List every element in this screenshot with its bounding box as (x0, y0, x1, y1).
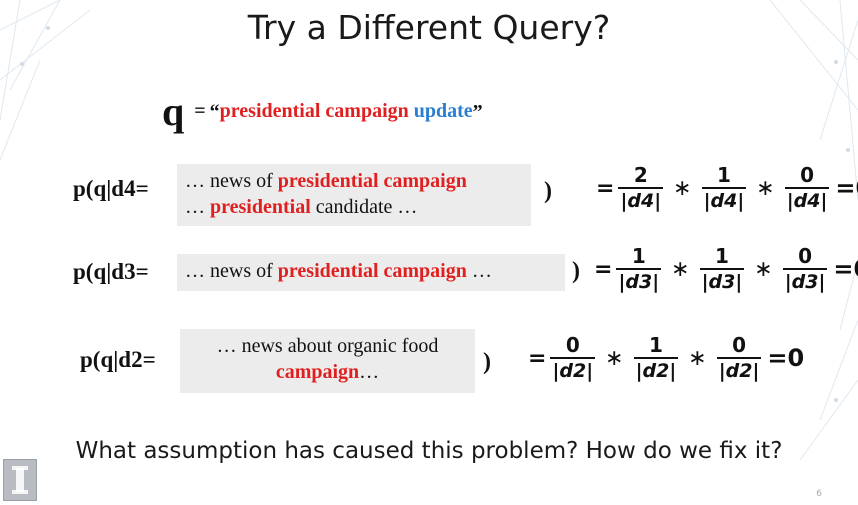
document-d3-box: … news of presidential campaign … (177, 254, 565, 291)
doc-term-highlight: presidential campaign (277, 260, 467, 282)
document-d3-line-1: … news of presidential campaign … (185, 258, 557, 284)
fraction-term-1: 0 |d2| (550, 333, 596, 383)
fraction-term-2: 1 |d3| (699, 244, 745, 294)
doc-text: … (185, 196, 210, 218)
query-close-quote: ” (472, 100, 483, 123)
fraction-denominator: |d2| (550, 357, 596, 383)
row-d3-close-paren: ) (572, 258, 580, 284)
formula-equals: = (528, 345, 547, 371)
multiply-operator: ∗ (688, 345, 707, 371)
formula-equals: = (594, 256, 613, 282)
page-number: 6 (816, 489, 822, 499)
fraction-numerator: 0 (565, 333, 580, 357)
query-term-update: update (413, 99, 473, 122)
fraction-term-2: 1 |d4| (701, 163, 747, 213)
doc-term-highlight: campaign (275, 361, 360, 383)
doc-text: … news of (185, 260, 278, 282)
doc-text: candidate … (310, 196, 418, 218)
formula-d4: = 2|d4| ∗ 1|d4| ∗ 0|d4| =0! (596, 163, 858, 213)
fraction-denominator: |d3| (782, 268, 828, 294)
document-d2-box: … news about organic food campaign… (180, 329, 475, 393)
query-open-quote: “ (209, 100, 220, 123)
multiply-operator: ∗ (754, 256, 773, 282)
fraction-denominator: |d4| (784, 187, 830, 213)
row-label-d4: p(q|d4= (73, 176, 149, 201)
query-term-presidential: presidential (219, 99, 321, 122)
query-string: “presidential campaign update” (209, 99, 483, 123)
document-d4-box: … news of presidential campaign … presid… (177, 164, 531, 226)
fraction-denominator: |d3| (616, 268, 662, 294)
document-d2-line-2: campaign… (188, 359, 467, 385)
formula-d2: = 0 |d2| ∗ 1 |d2| ∗ 0 |d2| =0 (528, 333, 804, 383)
logo-icon (3, 459, 37, 501)
formula-equals: = (596, 175, 615, 201)
doc-term-highlight: presidential campaign (277, 170, 467, 192)
fraction-term-2: 1 |d2| (633, 333, 679, 383)
slide-title: Try a Different Query? (247, 8, 611, 47)
fraction-numerator: 0 (800, 163, 815, 187)
fraction-term-3: 0 |d4| (784, 163, 830, 213)
fraction-denominator: |d2| (716, 357, 762, 383)
fraction-denominator: |d2| (633, 357, 679, 383)
doc-text: … news about organic food (216, 335, 439, 357)
doc-text: … (359, 361, 380, 383)
multiply-operator: ∗ (756, 175, 775, 201)
fraction-numerator: 1 (716, 163, 731, 187)
document-d2-line-1: … news about organic food (188, 333, 467, 359)
formula-d3: = 1|d3| ∗ 1|d3| ∗ 0|d3| =0! (594, 244, 858, 294)
fraction-term-3: 0 |d2| (716, 333, 762, 383)
document-d4-line-2: … presidential candidate … (185, 194, 523, 220)
row-label-d3: p(q|d3= (73, 259, 149, 284)
fraction-numerator: 0 (732, 333, 747, 357)
fraction-numerator: 1 (648, 333, 663, 357)
row-d2-close-paren: ) (483, 349, 491, 375)
fraction-numerator: 1 (631, 244, 646, 268)
query-equals: = (194, 100, 206, 122)
fraction-numerator: 1 (714, 244, 729, 268)
bottom-question: What assumption has caused this problem?… (75, 438, 783, 464)
fraction-term-1: 1 |d3| (616, 244, 662, 294)
row-d4-close-paren: ) (544, 178, 552, 204)
fraction-denominator: |d4| (618, 187, 664, 213)
doc-text: … (466, 260, 492, 282)
formula-result: =0 (767, 344, 805, 372)
doc-text: … news of (185, 170, 278, 192)
query-definition: q = “presidential campaign update” (162, 88, 483, 135)
formula-result: =0! (835, 174, 858, 202)
fraction-denominator: |d3| (699, 268, 745, 294)
document-d4-line-1: … news of presidential campaign (185, 168, 523, 194)
multiply-operator: ∗ (673, 175, 692, 201)
fraction-numerator: 0 (798, 244, 813, 268)
formula-result: =0! (833, 255, 858, 283)
fraction-numerator: 2 (633, 163, 648, 187)
logo-glyph-icon (12, 466, 28, 494)
fraction-denominator: |d4| (701, 187, 747, 213)
row-label-d2: p(q|d2= (80, 347, 156, 372)
fraction-term-3: 0 |d3| (782, 244, 828, 294)
multiply-operator: ∗ (671, 256, 690, 282)
multiply-operator: ∗ (605, 345, 624, 371)
doc-term-highlight: presidential (210, 196, 311, 218)
query-symbol: q (162, 89, 185, 134)
fraction-term-1: 2 |d4| (618, 163, 664, 213)
query-term-campaign: campaign (325, 99, 409, 122)
